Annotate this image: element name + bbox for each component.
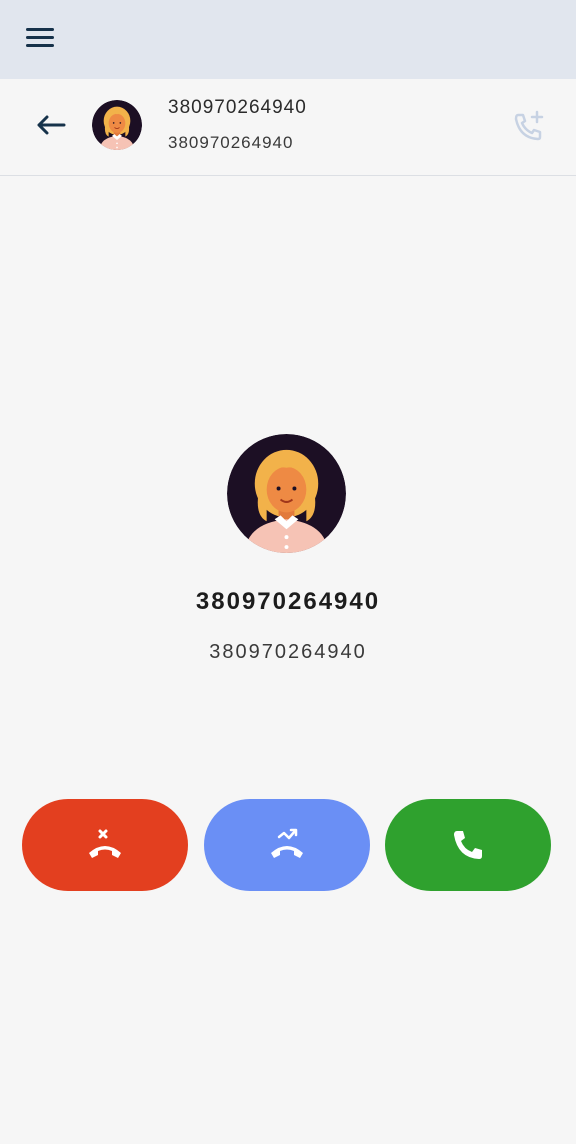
menu-icon-line bbox=[26, 44, 54, 47]
back-button[interactable] bbox=[30, 109, 70, 141]
menu-icon-line bbox=[26, 28, 54, 31]
phone-plus-icon bbox=[514, 110, 544, 141]
avatar bbox=[92, 100, 142, 150]
add-call-button[interactable] bbox=[510, 109, 546, 145]
redirect-call-button[interactable] bbox=[204, 799, 370, 891]
call-header: 380970264940 380970264940 bbox=[0, 79, 576, 176]
accept-call-button[interactable] bbox=[385, 799, 551, 891]
menu-button[interactable] bbox=[22, 22, 58, 54]
caller-name: 380970264940 bbox=[195, 588, 381, 615]
phone-hangup-x-icon bbox=[89, 829, 121, 858]
top-app-bar bbox=[0, 0, 576, 79]
decline-call-button[interactable] bbox=[22, 799, 188, 891]
phone-icon bbox=[454, 831, 482, 859]
phone-forward-icon bbox=[271, 828, 303, 858]
arrow-left-icon bbox=[37, 115, 66, 135]
menu-icon-line bbox=[26, 36, 54, 39]
caller-number: 380970264940 bbox=[209, 641, 367, 663]
header-caller-name: 380970264940 bbox=[168, 97, 307, 118]
header-caller-number: 380970264940 bbox=[168, 133, 294, 152]
caller-avatar bbox=[227, 434, 346, 553]
